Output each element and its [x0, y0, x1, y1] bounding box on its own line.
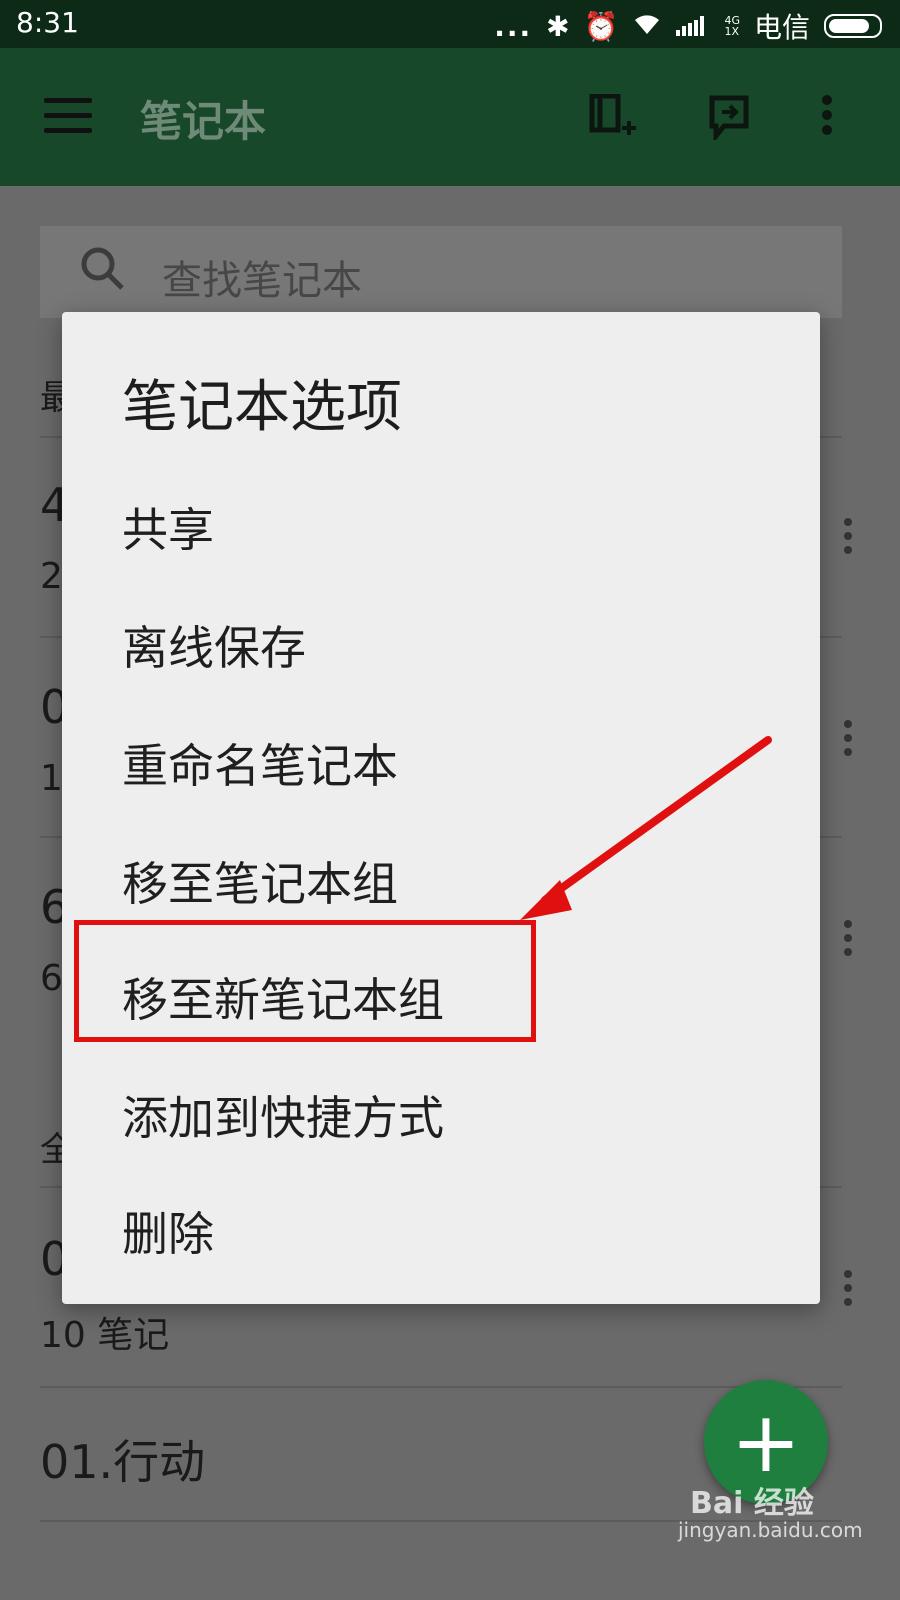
watermark-logo: Bai 经验: [690, 1486, 814, 1521]
watermark-url: jingyan.baidu.com: [678, 1518, 863, 1542]
annotation-arrow: [520, 736, 772, 920]
